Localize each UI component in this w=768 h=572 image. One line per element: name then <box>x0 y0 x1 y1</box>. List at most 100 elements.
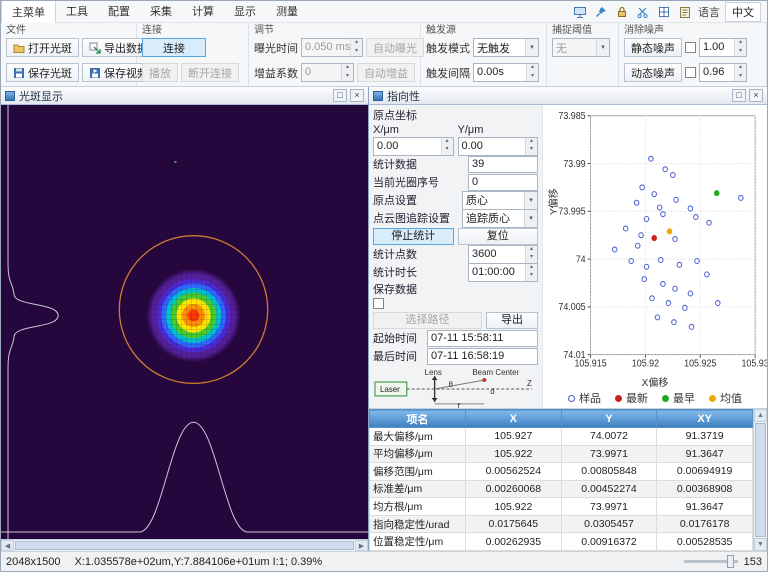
menu-tab-main[interactable]: 主菜单 <box>1 0 56 24</box>
static-noise-button[interactable]: 静态噪声 <box>624 38 682 57</box>
grid-icon[interactable] <box>656 4 672 20</box>
origin-y-arrows[interactable]: ▴▾ <box>525 138 537 155</box>
stop-statistics-button[interactable]: 停止统计 <box>373 228 454 245</box>
origin-x-spinner[interactable]: 0.00 ▴▾ <box>373 137 454 156</box>
exposure-label: 曝光时间 <box>254 40 298 56</box>
table-row: 指向稳定性/urad0.01756450.03054570.0176178 <box>370 515 753 533</box>
cloud-track-dropdown-icon[interactable]: ▾ <box>524 210 537 227</box>
save-data-checkbox[interactable] <box>373 298 384 309</box>
col-header-xy[interactable]: XY <box>657 410 753 428</box>
value-cell: 91.3647 <box>657 498 753 516</box>
exposure-spinner[interactable]: 0.050 ms ▴▾ <box>301 38 363 57</box>
float-panel-icon[interactable]: □ <box>333 89 347 102</box>
legend-label: 均值 <box>720 390 742 406</box>
close-panel-icon[interactable]: × <box>350 89 364 102</box>
static-noise-spin-arrows[interactable]: ▴▾ <box>734 39 746 56</box>
legend-label: 样品 <box>579 390 601 406</box>
reset-button[interactable]: 复位 <box>458 228 539 245</box>
menu-tab-config[interactable]: 配置 <box>98 0 140 23</box>
chart-xlabel: X偏移 <box>543 374 767 388</box>
panel-icon <box>5 91 15 101</box>
auto-exposure-button[interactable]: 自动曝光 <box>366 38 424 57</box>
dynamic-noise-button[interactable]: 动态噪声 <box>624 63 682 82</box>
table-row: 均方根/μm105.92273.997191.3647 <box>370 498 753 516</box>
value-cell: 73.9971 <box>561 445 657 463</box>
static-noise-checkbox[interactable] <box>685 42 696 53</box>
choose-path-button[interactable]: 选择路径 <box>373 312 482 329</box>
menu-tab-measure[interactable]: 测量 <box>266 0 308 23</box>
duration-spinner[interactable]: 01:00:00 ▴▾ <box>468 263 538 282</box>
aperture-index-value: 0 <box>468 174 538 191</box>
scroll-right-icon[interactable]: ▶ <box>355 540 368 551</box>
lock-icon[interactable] <box>614 4 630 20</box>
menu-tab-display[interactable]: 显示 <box>224 0 266 23</box>
status-bar: 2048x1500 X:1.035578e+02um,Y:7.884106e+0… <box>1 551 767 571</box>
exposure-spin-arrows[interactable]: ▴▾ <box>350 39 362 56</box>
zoom-slider[interactable] <box>684 560 738 563</box>
origin-y-spinner[interactable]: 0.00 ▴▾ <box>458 137 539 156</box>
trigger-interval-spinner[interactable]: 0.00s ▴▾ <box>473 63 539 82</box>
points-count-spinner[interactable]: 3600 ▴▾ <box>468 245 538 264</box>
scroll-up-icon[interactable]: ▲ <box>754 409 767 422</box>
spot-display-panel: 光斑显示 □ × <box>1 87 369 551</box>
threshold-select[interactable]: 无 ▾ <box>552 38 610 57</box>
row-label-cell: 标准差/μm <box>370 480 466 498</box>
origin-x-arrows[interactable]: ▴▾ <box>441 138 453 155</box>
pointing-panel-title: 指向性 <box>387 88 420 104</box>
pin-icon[interactable] <box>593 4 609 20</box>
dynamic-noise-spinner[interactable]: 0.96 ▴▾ <box>699 63 747 82</box>
x-axis-label: X/μm <box>373 124 454 136</box>
scissors-icon[interactable] <box>635 4 651 20</box>
scroll-left-icon[interactable]: ◀ <box>1 540 14 551</box>
float-panel-icon[interactable]: □ <box>732 89 746 102</box>
points-count-arrows[interactable]: ▴▾ <box>525 246 537 263</box>
static-noise-spinner[interactable]: 1.00 ▴▾ <box>699 38 747 57</box>
cloud-track-select[interactable]: 追踪质心 ▾ <box>462 209 538 228</box>
scrollbar-thumb[interactable] <box>755 423 766 537</box>
play-button[interactable]: 播放 <box>142 63 178 82</box>
table-row: 偏移范围/μm0.005625240.008058480.00694919 <box>370 463 753 481</box>
trigger-interval-spin-arrows[interactable]: ▴▾ <box>526 64 538 81</box>
slider-thumb[interactable] <box>727 555 734 568</box>
dynamic-noise-checkbox[interactable] <box>685 67 696 78</box>
trigger-mode-select[interactable]: 无触发 ▾ <box>473 38 539 57</box>
value-cell: 0.00562524 <box>466 463 562 481</box>
scroll-down-icon[interactable]: ▼ <box>754 538 767 551</box>
gain-spinner[interactable]: 0 ▴▾ <box>301 63 354 82</box>
origin-setting-select[interactable]: 质心 ▾ <box>462 191 538 210</box>
trigger-group-label: 触发源 <box>426 24 541 37</box>
trigger-interval-value: 0.00s <box>474 64 526 81</box>
export-button[interactable]: 导出 <box>486 312 538 329</box>
dynamic-noise-spin-arrows[interactable]: ▴▾ <box>734 64 746 81</box>
close-panel-icon[interactable]: × <box>749 89 763 102</box>
scrollbar-thumb[interactable] <box>15 541 354 550</box>
disconnect-button[interactable]: 断开连接 <box>181 63 239 82</box>
trigger-mode-dropdown-icon[interactable]: ▾ <box>525 39 538 56</box>
horizontal-scrollbar[interactable]: ◀ ▶ <box>1 539 368 551</box>
value-cell: 105.922 <box>466 498 562 516</box>
trigger-interval-label: 触发间隔 <box>426 65 470 81</box>
menu-tab-tools[interactable]: 工具 <box>56 0 98 23</box>
origin-setting-dropdown-icon[interactable]: ▾ <box>524 192 537 209</box>
col-header-x[interactable]: X <box>466 410 562 428</box>
table-vertical-scrollbar[interactable]: ▲ ▼ <box>753 409 767 551</box>
menu-tab-calc[interactable]: 计算 <box>182 0 224 23</box>
save-spot-button[interactable]: 保存光斑 <box>6 63 79 82</box>
manual-book-icon[interactable] <box>677 4 693 20</box>
connect-button[interactable]: 连接 <box>142 38 206 57</box>
duration-arrows[interactable]: ▴▾ <box>525 264 537 281</box>
threshold-dropdown-icon[interactable]: ▾ <box>596 39 609 56</box>
language-select[interactable]: 中文 <box>725 2 761 22</box>
save-spot-label: 保存光斑 <box>28 65 72 81</box>
col-header-item[interactable]: 项名 <box>370 410 466 428</box>
value-cell: 0.00260068 <box>466 480 562 498</box>
open-spot-button[interactable]: 打开光斑 <box>6 38 79 57</box>
auto-gain-button[interactable]: 自动增益 <box>357 63 415 82</box>
monitor-icon[interactable] <box>572 4 588 20</box>
col-header-y[interactable]: Y <box>561 410 657 428</box>
open-folder-icon <box>13 42 25 54</box>
gain-spin-arrows[interactable]: ▴▾ <box>341 64 353 81</box>
menu-tab-acquire[interactable]: 采集 <box>140 0 182 23</box>
value-cell: 0.0305457 <box>561 515 657 533</box>
row-label-cell: 偏移范围/μm <box>370 463 466 481</box>
